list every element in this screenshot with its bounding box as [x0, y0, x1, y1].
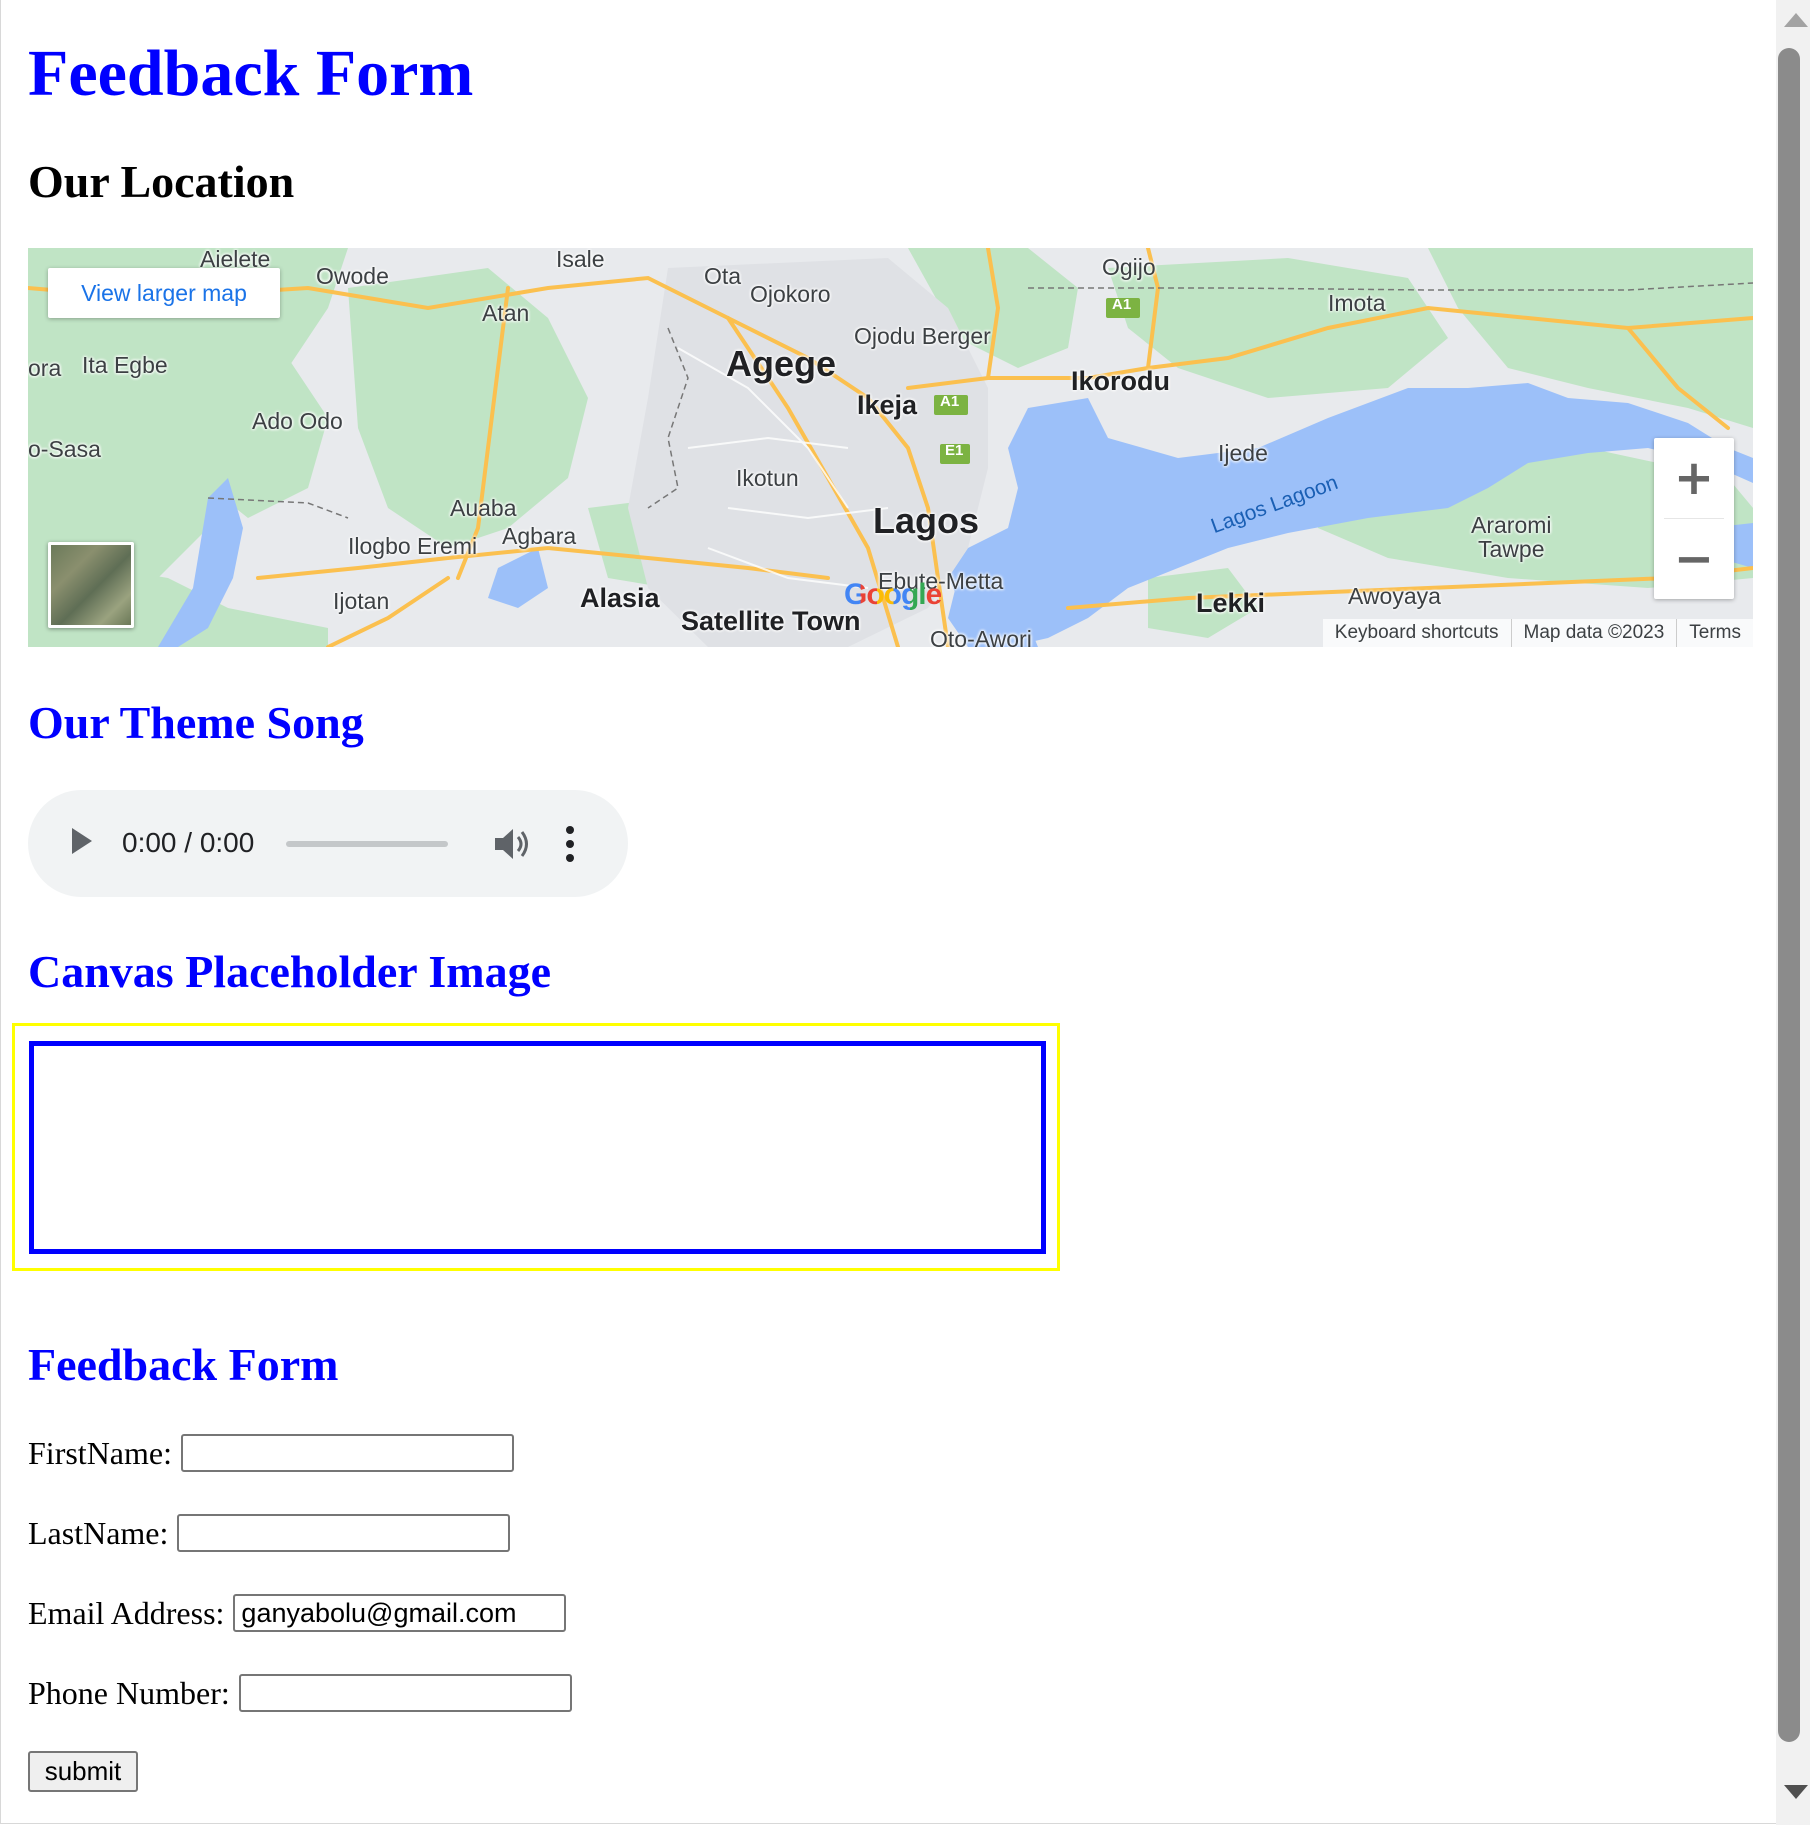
map-place: Isale	[556, 248, 605, 272]
map-place-major: Ikorodu	[1071, 366, 1170, 396]
google-logo: Google	[844, 578, 942, 612]
map-place: Ijotan	[333, 588, 390, 614]
canvas-placeholder	[29, 1041, 1046, 1254]
map-attribution: Keyboard shortcuts Map data ©2023 Terms	[1322, 619, 1753, 647]
map-place: Imota	[1328, 290, 1386, 316]
song-heading: Our Theme Song	[28, 697, 364, 748]
play-icon[interactable]	[72, 828, 92, 854]
form-heading: Feedback Form	[28, 1339, 339, 1390]
last-name-label: LastName:	[28, 1515, 169, 1551]
map-place: Araromi	[1471, 512, 1552, 538]
first-name-input[interactable]	[180, 1434, 514, 1472]
map-place: ora	[28, 355, 62, 381]
map-place: Ikotun	[736, 465, 799, 491]
map-place: Ota	[704, 263, 742, 289]
map-data-text: Map data ©2023	[1510, 619, 1677, 647]
audio-time: 0:00 / 0:00	[122, 827, 255, 858]
vertical-scrollbar[interactable]	[1776, 0, 1810, 1825]
road-shield-a1: A1	[1112, 296, 1132, 313]
phone-label: Phone Number:	[28, 1675, 230, 1711]
google-logo-text: Google	[844, 578, 942, 611]
map-place: Ojokoro	[750, 281, 831, 307]
road-shield-e1: E1	[945, 442, 964, 459]
location-heading: Our Location	[28, 156, 295, 207]
zoom-out-button[interactable]: −	[1654, 519, 1734, 599]
first-name-row: FirstName:	[28, 1432, 514, 1474]
map-place: Ilogbo Eremi	[348, 533, 478, 559]
scroll-up-arrow-icon[interactable]	[1784, 13, 1808, 27]
scroll-down-arrow-icon[interactable]	[1784, 1785, 1808, 1799]
canvas-outline	[12, 1023, 1060, 1271]
map-place: Ogijo	[1102, 254, 1156, 280]
map-place: Owode	[316, 263, 389, 289]
map-place: Awoyaya	[1348, 583, 1441, 609]
map-place: Tawpe	[1478, 536, 1545, 562]
map-place-major: Lekki	[1196, 588, 1266, 618]
last-name-row: LastName:	[28, 1512, 511, 1554]
scrollbar-thumb[interactable]	[1778, 48, 1800, 1742]
zoom-control: + −	[1654, 438, 1734, 599]
map-place-major: Ikeja	[857, 390, 918, 420]
last-name-input[interactable]	[177, 1514, 511, 1552]
phone-input[interactable]	[238, 1674, 572, 1712]
map-place-major: Lagos	[873, 500, 980, 541]
map-place: Ita Egbe	[82, 352, 168, 378]
more-options-icon[interactable]	[566, 824, 574, 864]
zoom-in-button[interactable]: +	[1654, 438, 1734, 518]
map-place: Agbara	[502, 523, 577, 549]
road-shield-a1-2: A1	[940, 393, 960, 410]
keyboard-shortcuts-link[interactable]: Keyboard shortcuts	[1323, 619, 1511, 647]
email-input[interactable]	[233, 1594, 567, 1632]
canvas-heading: Canvas Placeholder Image	[28, 946, 552, 997]
email-row: Email Address:	[28, 1592, 567, 1634]
audio-player: 0:00 / 0:00	[28, 790, 628, 897]
embedded-map[interactable]: A1 A1 E1 Aielete Owode Isale Ota Ojokoro…	[28, 248, 1753, 647]
volume-icon[interactable]	[493, 826, 533, 862]
map-place-major: Alasia	[580, 583, 660, 613]
page-title: Feedback Form	[28, 37, 474, 110]
terms-link[interactable]: Terms	[1676, 619, 1753, 647]
map-place-major: Satellite Town	[681, 606, 861, 636]
view-larger-map-link[interactable]: View larger map	[48, 268, 280, 318]
satellite-view-toggle[interactable]	[48, 542, 134, 628]
map-place: o-Sasa	[28, 436, 101, 462]
page: Feedback Form Our Location A1 A1 E1 Aiel…	[0, 0, 1777, 1824]
map-place-major: Agege	[726, 343, 837, 384]
phone-row: Phone Number:	[28, 1672, 572, 1714]
map-place: Atan	[482, 300, 530, 326]
audio-progress-slider[interactable]	[286, 841, 448, 847]
map-place: Auaba	[450, 495, 517, 521]
map-place: Ijede	[1218, 440, 1268, 466]
email-label: Email Address:	[28, 1595, 225, 1631]
first-name-label: FirstName:	[28, 1435, 172, 1471]
map-place: Ojodu Berger	[854, 323, 991, 349]
map-place: Ado Odo	[252, 408, 343, 434]
map-place: Oto-Awori	[930, 626, 1032, 647]
submit-button[interactable]: submit	[28, 1751, 138, 1792]
